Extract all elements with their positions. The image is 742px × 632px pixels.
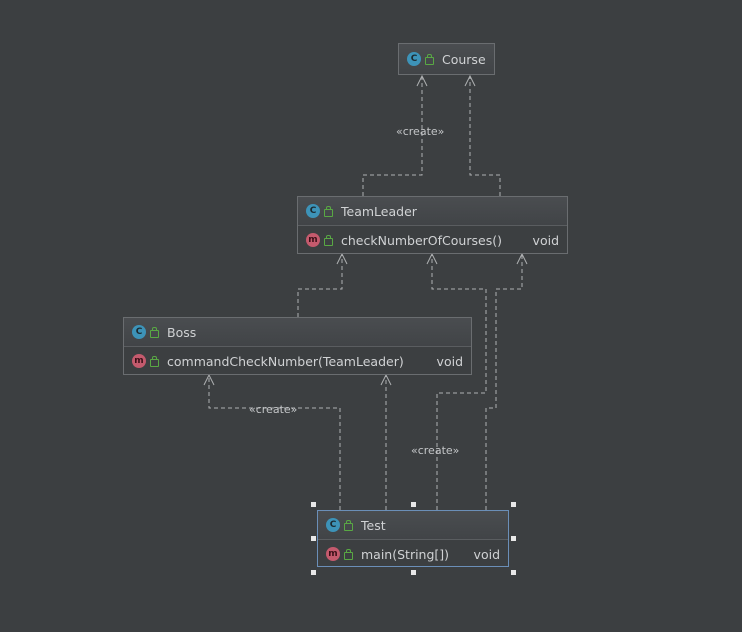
class-node-boss[interactable]: C Boss m commandCheckNumber(TeamLeader) … — [123, 317, 472, 375]
resize-handle-bottom[interactable] — [411, 570, 416, 575]
method-signature: main(String[]) — [361, 546, 450, 562]
dependency-test-teamleader-create[interactable] — [431, 254, 487, 510]
method-row[interactable]: m main(String[]) void — [318, 540, 508, 568]
public-visibility-icon — [324, 206, 333, 217]
class-header: C Course — [399, 44, 494, 74]
method-signature: commandCheckNumber(TeamLeader) — [167, 353, 404, 369]
resize-handle-top-right[interactable] — [511, 502, 516, 507]
return-type: void — [532, 232, 559, 248]
class-icon: C — [132, 325, 146, 339]
class-name: TeamLeader — [341, 203, 417, 219]
resize-handle-left[interactable] — [311, 536, 316, 541]
dependency-teamleader-course[interactable] — [469, 76, 501, 196]
resize-handle-top[interactable] — [411, 502, 416, 507]
public-visibility-icon — [344, 549, 353, 560]
dependency-test-boss-create[interactable] — [208, 375, 341, 510]
method-icon: m — [306, 233, 320, 247]
public-visibility-icon — [150, 327, 159, 338]
dependency-boss-teamleader[interactable] — [297, 254, 343, 317]
resize-handle-right[interactable] — [511, 536, 516, 541]
public-visibility-icon — [324, 235, 333, 246]
class-header: C Boss — [124, 318, 471, 347]
return-type: void — [436, 353, 463, 369]
class-node-test[interactable]: C Test m main(String[]) void — [317, 510, 509, 567]
resize-handle-bottom-right[interactable] — [511, 570, 516, 575]
public-visibility-icon — [344, 520, 353, 531]
resize-handle-bottom-left[interactable] — [311, 570, 316, 575]
class-header: C Test — [318, 511, 508, 540]
class-node-teamleader[interactable]: C TeamLeader m checkNumberOfCourses() vo… — [297, 196, 568, 254]
class-icon: C — [306, 204, 320, 218]
class-node-course[interactable]: C Course — [398, 43, 495, 75]
return-type: void — [473, 546, 500, 562]
stereotype-label: «create» — [411, 444, 459, 457]
dependency-test-teamleader[interactable] — [485, 254, 523, 510]
class-name: Test — [361, 517, 386, 533]
class-name: Course — [442, 51, 486, 67]
class-icon: C — [407, 52, 421, 66]
method-icon: m — [326, 547, 340, 561]
stereotype-label: «create» — [396, 125, 444, 138]
public-visibility-icon — [150, 356, 159, 367]
class-name: Boss — [167, 324, 197, 340]
public-visibility-icon — [425, 54, 434, 65]
resize-handle-top-left[interactable] — [311, 502, 316, 507]
class-icon: C — [326, 518, 340, 532]
stereotype-label: «create» — [249, 403, 297, 416]
method-signature: checkNumberOfCourses() — [341, 232, 502, 248]
method-row[interactable]: m commandCheckNumber(TeamLeader) void — [124, 347, 471, 375]
method-icon: m — [132, 354, 146, 368]
class-header: C TeamLeader — [298, 197, 567, 226]
method-row[interactable]: m checkNumberOfCourses() void — [298, 226, 567, 254]
